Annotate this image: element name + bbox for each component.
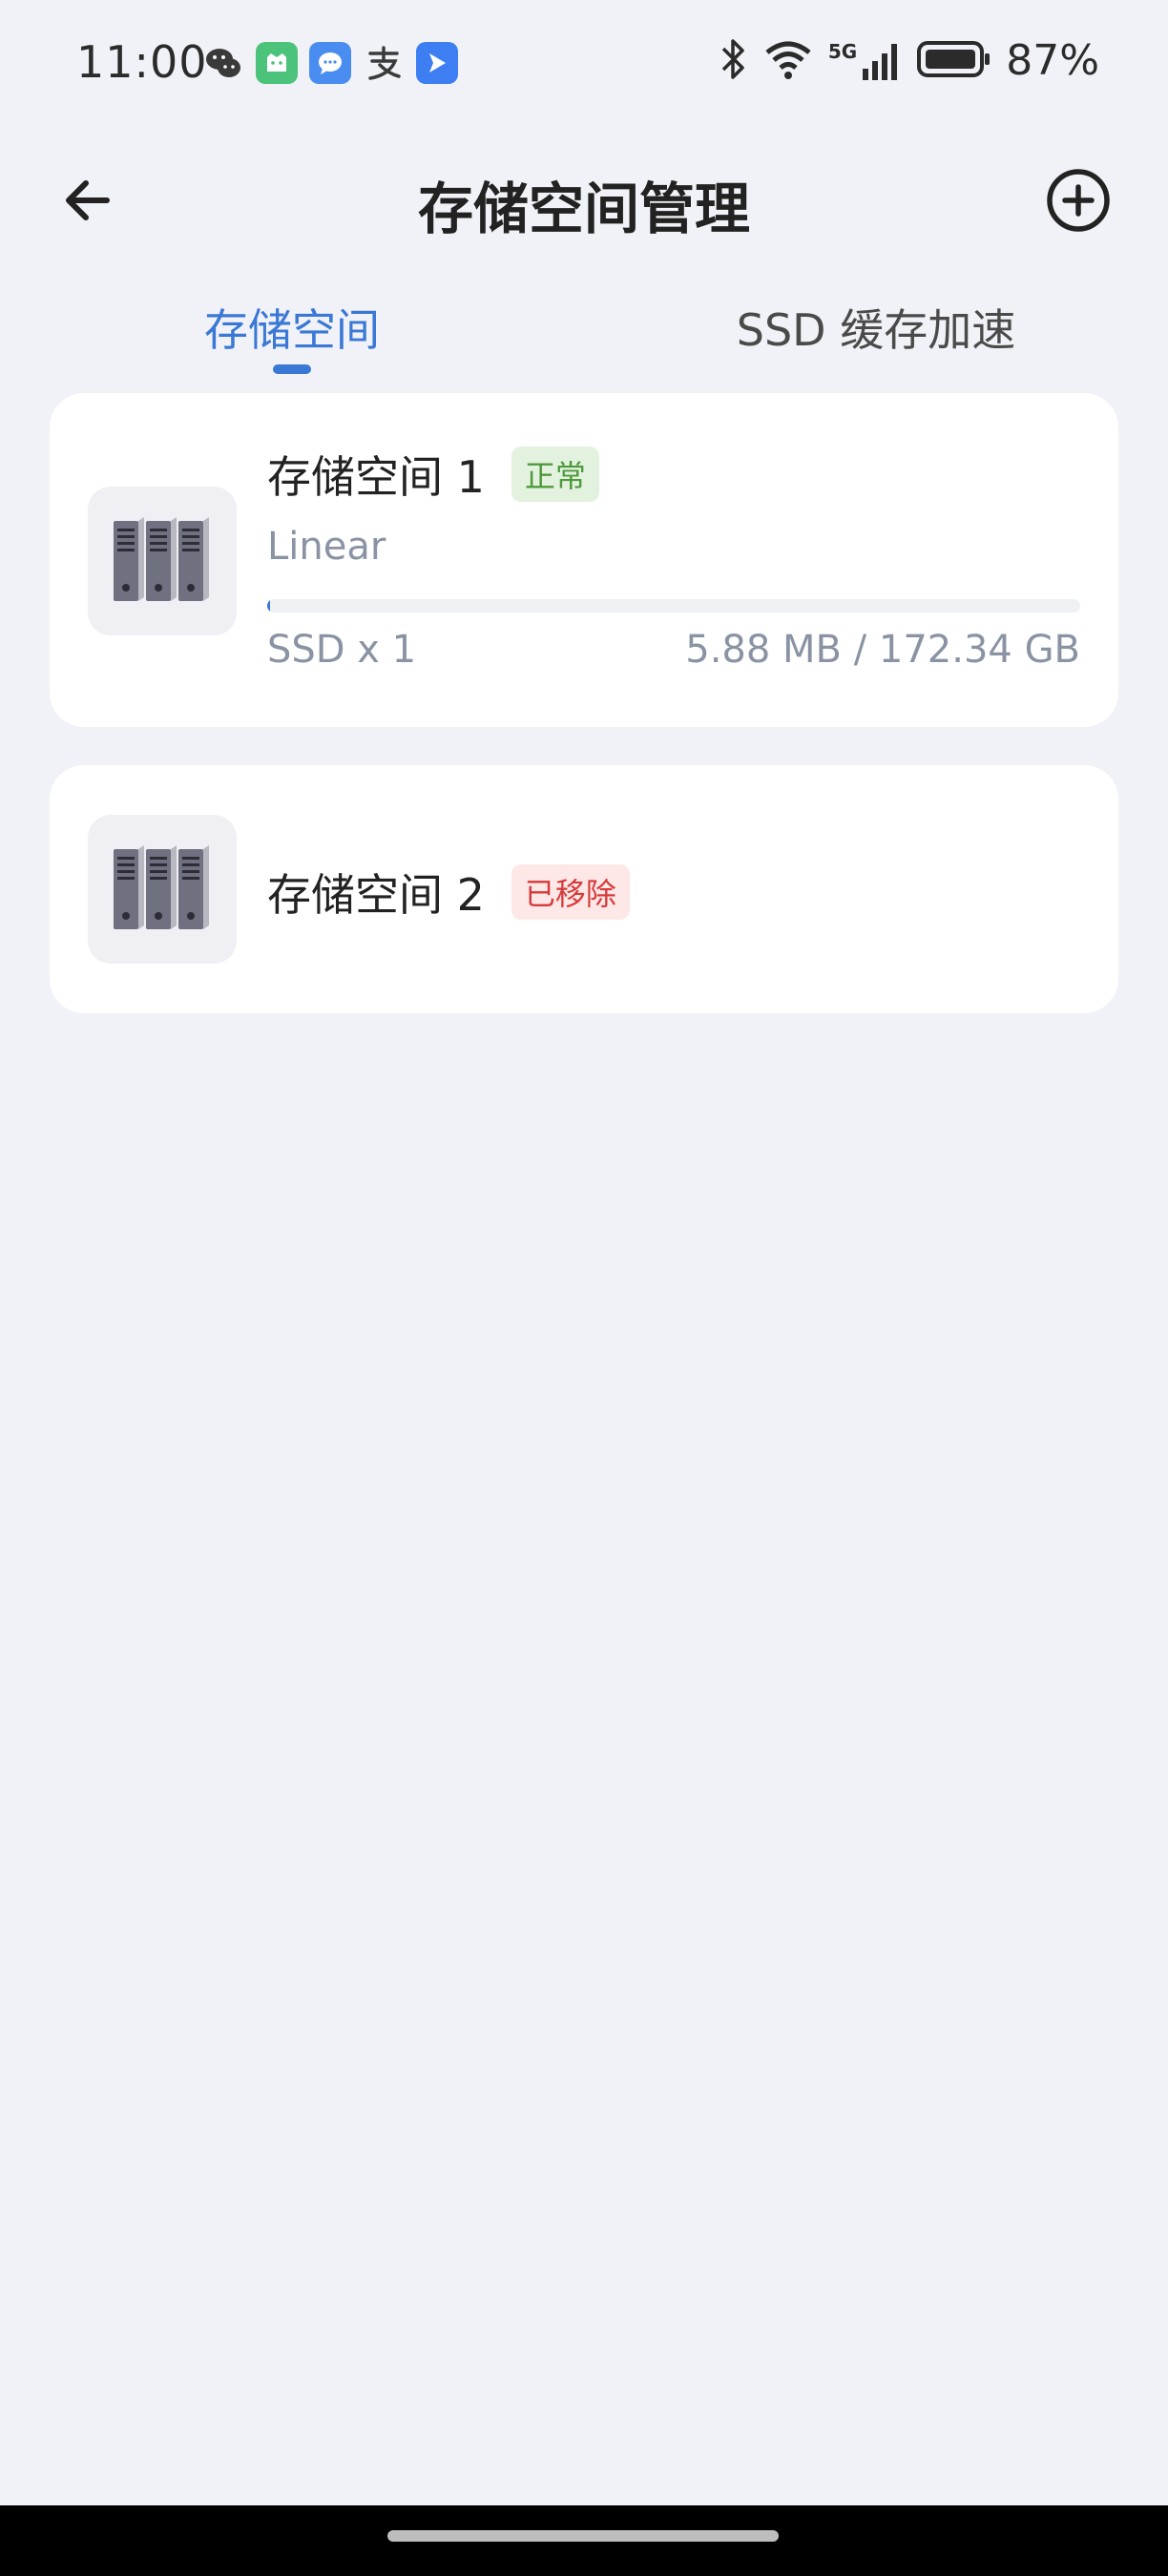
pool-name-row: 存储空间 2 已移除: [267, 861, 630, 924]
home-gesture-bar[interactable]: [387, 2530, 779, 2542]
feishu-icon: [416, 42, 458, 84]
storage-pool-card-2[interactable]: 存储空间 2 已移除: [50, 765, 1118, 1013]
storage-pool-card-1[interactable]: 存储空间 1 正常 Linear SSD x 1 5.88 MB / 172.3…: [50, 393, 1118, 727]
disk-count: SSD x 1: [267, 628, 417, 672]
status-badge: 已移除: [511, 864, 630, 920]
tab-storage-space[interactable]: 存储空间: [0, 296, 584, 359]
server-rack-icon: [88, 487, 237, 635]
status-badge: 正常: [511, 447, 599, 502]
bluetooth-icon: [718, 37, 748, 85]
screen: 11:00 5G 87% 存储空间管理 存储空间 SSD 缓存加速 存储空间 1…: [0, 0, 1168, 2576]
usage-progress-bar: [267, 599, 1080, 613]
pool-name-row: 存储空间 1 正常: [267, 443, 599, 506]
network-label: 5G: [827, 39, 858, 63]
wifi-icon: [761, 37, 815, 85]
system-icons: 5G 87%: [718, 36, 1099, 85]
raid-type: Linear: [267, 525, 386, 569]
capacity-usage: 5.88 MB / 172.34 GB: [685, 628, 1080, 672]
page-title: 存储空间管理: [417, 177, 750, 241]
usage-progress-fill: [267, 599, 271, 613]
messages-icon: [309, 42, 351, 84]
plus-circle-icon: [1047, 169, 1110, 232]
add-storage-button[interactable]: [1040, 162, 1116, 239]
active-tab-indicator: [273, 364, 311, 374]
mi-home-icon: [256, 42, 298, 84]
tab-ssd-cache[interactable]: SSD 缓存加速: [584, 296, 1168, 359]
tab-bar: 存储空间 SSD 缓存加速: [0, 286, 1168, 382]
battery-percent: 87%: [1006, 36, 1099, 85]
pool-name: 存储空间 2: [267, 869, 485, 921]
battery-icon: [916, 38, 992, 84]
system-navigation-bar: [0, 2505, 1168, 2576]
status-time: 11:00: [76, 36, 208, 88]
app-header: 存储空间管理: [0, 143, 1168, 258]
alipay-icon: [363, 42, 405, 84]
wechat-icon: [202, 42, 244, 84]
status-bar: 11:00 5G 87%: [0, 0, 1168, 134]
server-rack-icon: [88, 815, 237, 964]
5g-signal-icon: 5G: [828, 40, 903, 82]
pool-name: 存储空间 1: [267, 451, 485, 503]
notification-icons: [202, 42, 458, 84]
